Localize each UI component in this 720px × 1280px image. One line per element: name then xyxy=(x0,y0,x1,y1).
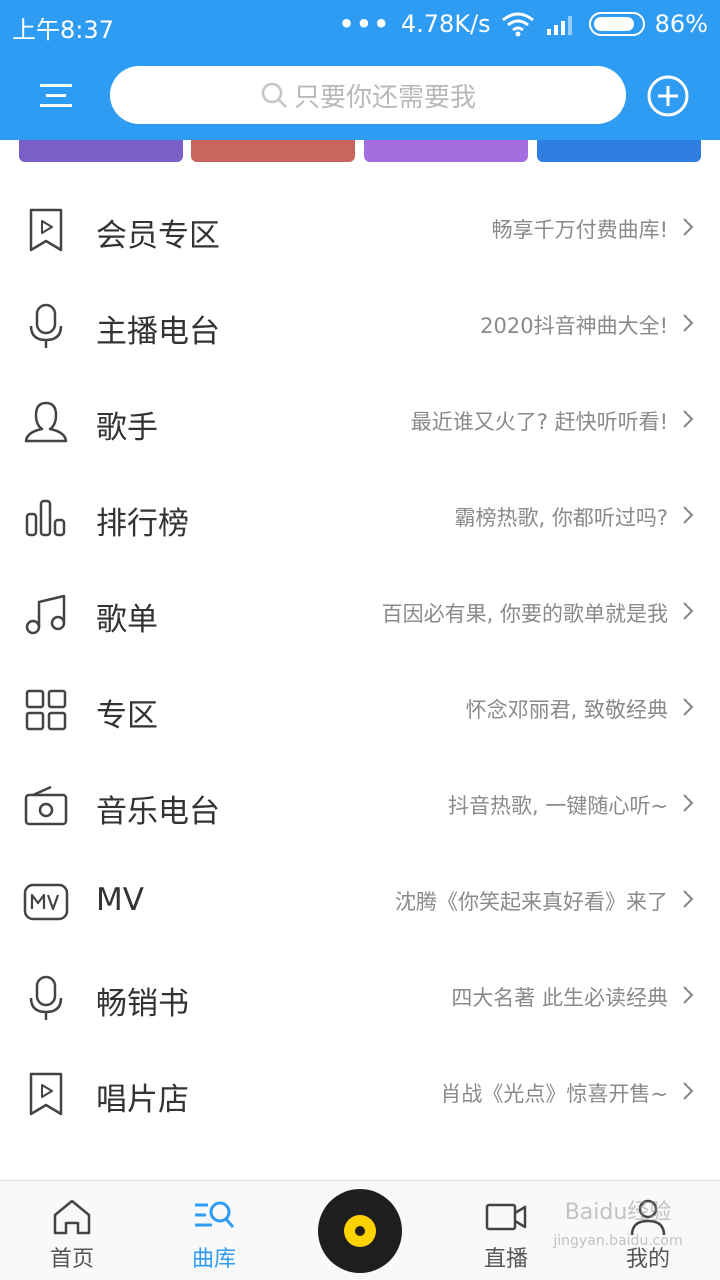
list-item-desc: 最近谁又火了? 赶快听听看! xyxy=(410,410,668,434)
signal-icon xyxy=(546,16,572,35)
list-item-label: MV xyxy=(96,882,144,918)
list-item-label: 音乐电台 xyxy=(96,794,220,830)
list-item-label: 畅销书 xyxy=(96,986,189,1022)
list-item-desc: 霸榜热歌, 你都听过吗? xyxy=(454,506,669,530)
banner-tile[interactable] xyxy=(537,140,701,162)
chevron-right-icon xyxy=(683,794,694,812)
chevron-right-icon xyxy=(683,986,694,1004)
list-item-singer[interactable]: 歌手 最近谁又火了? 赶快听听看! xyxy=(0,372,720,468)
search-bar[interactable]: 只要你还需要我 xyxy=(110,66,626,124)
list-item-music-radio[interactable]: 音乐电台 抖音热歌, 一键随心听~ xyxy=(0,756,720,852)
chevron-right-icon xyxy=(683,314,694,332)
list-item-vip-zone[interactable]: 会员专区 畅享千万付费曲库! xyxy=(0,180,720,276)
list-item-desc: 百因必有果, 你要的歌单就是我 xyxy=(381,602,668,626)
list-item-label: 主播电台 xyxy=(96,314,220,350)
battery-level: 86% xyxy=(654,10,708,38)
chevron-right-icon xyxy=(683,602,694,620)
status-bar: 上午8:37 ••• 4.78K/s 86% xyxy=(0,0,720,52)
search-icon xyxy=(261,82,287,108)
list-item-label: 歌手 xyxy=(96,410,158,446)
list-item-label: 唱片店 xyxy=(96,1082,189,1118)
search-placeholder: 只要你还需要我 xyxy=(293,82,476,113)
list-item-label: 歌单 xyxy=(96,602,158,638)
tab-label: 曲库 xyxy=(191,1247,236,1272)
music-note-icon xyxy=(22,590,70,638)
chevron-right-icon xyxy=(683,698,694,716)
disc-hole xyxy=(355,1226,365,1236)
vinyl-disc-icon[interactable] xyxy=(318,1189,402,1273)
watermark: Baidu经验 jingyan.baidu.com xyxy=(548,1199,688,1259)
banner-tile[interactable] xyxy=(191,140,355,162)
bookmark-play-icon xyxy=(22,1070,70,1118)
chevron-right-icon xyxy=(683,1082,694,1100)
banner-tile[interactable] xyxy=(364,140,528,162)
watermark-text: Baidu经验 xyxy=(564,1200,672,1225)
video-camera-icon xyxy=(485,1203,527,1231)
list-item-playlist[interactable]: 歌单 百因必有果, 你要的歌单就是我 xyxy=(0,564,720,660)
wifi-icon xyxy=(501,12,534,37)
list-item-desc: 肖战《光点》惊喜开售~ xyxy=(440,1082,668,1106)
tab-home[interactable]: 首页 xyxy=(22,1197,122,1273)
list-item-desc: 怀念邓丽君, 致敬经典 xyxy=(465,698,668,722)
status-dots: ••• xyxy=(338,10,391,38)
tab-label: 首页 xyxy=(49,1247,94,1272)
tab-live[interactable]: 直播 xyxy=(456,1197,556,1273)
battery-icon xyxy=(588,12,645,36)
list-item-label: 会员专区 xyxy=(96,218,220,254)
tab-library[interactable]: 曲库 xyxy=(164,1197,264,1273)
status-time: 上午8:37 xyxy=(12,16,114,44)
list-item-desc: 2020抖音神曲大全! xyxy=(480,314,668,338)
watermark-subtext: jingyan.baidu.com xyxy=(553,1233,683,1249)
chevron-right-icon xyxy=(683,890,694,908)
tab-label: 直播 xyxy=(483,1247,528,1272)
list-item-desc: 四大名著 此生必读经典 xyxy=(451,986,668,1010)
list-item-desc: 沈腾《你笑起来真好看》来了 xyxy=(395,890,668,914)
library-search-icon xyxy=(195,1201,235,1228)
microphone-icon xyxy=(22,974,70,1022)
grid-icon xyxy=(22,686,70,734)
list-item-anchor-radio[interactable]: 主播电台 2020抖音神曲大全! xyxy=(0,276,720,372)
mv-icon xyxy=(22,878,70,926)
list-item-label: 专区 xyxy=(96,698,158,734)
list-item-zone[interactable]: 专区 怀念邓丽君, 致敬经典 xyxy=(0,660,720,756)
list-item-desc: 抖音热歌, 一键随心听~ xyxy=(448,794,668,818)
bookmark-play-icon xyxy=(22,206,70,254)
app-header: 上午8:37 ••• 4.78K/s 86% 只要你还需要我 xyxy=(0,0,720,140)
list-item-mv[interactable]: MV 沈腾《你笑起来真好看》来了 xyxy=(0,852,720,948)
person-icon xyxy=(22,398,70,446)
status-right: ••• 4.78K/s 86% xyxy=(339,10,708,38)
microphone-icon xyxy=(22,302,70,350)
list-item-record-store[interactable]: 唱片店 肖战《光点》惊喜开售~ xyxy=(0,1044,720,1140)
category-list: 会员专区 畅享千万付费曲库! 主播电台 2020抖音神曲大全! 歌手 最近谁又火… xyxy=(0,180,720,1140)
bar-chart-icon xyxy=(22,494,70,542)
list-item-bestseller[interactable]: 畅销书 四大名著 此生必读经典 xyxy=(0,948,720,1044)
menu-icon[interactable] xyxy=(34,74,78,118)
plus-circle-icon[interactable] xyxy=(646,74,690,118)
radio-icon xyxy=(22,782,70,830)
bottom-nav: 首页 曲库 直播 我的 Baidu经验 jingyan.baidu.com xyxy=(0,1180,720,1280)
banner-strip[interactable] xyxy=(0,140,720,162)
home-icon xyxy=(53,1199,91,1235)
list-item-charts[interactable]: 排行榜 霸榜热歌, 你都听过吗? xyxy=(0,468,720,564)
network-speed: 4.78K/s xyxy=(400,10,491,38)
chevron-right-icon xyxy=(683,218,694,236)
list-item-label: 排行榜 xyxy=(96,506,189,542)
chevron-right-icon xyxy=(683,410,694,428)
chevron-right-icon xyxy=(683,506,694,524)
banner-tile[interactable] xyxy=(19,140,183,162)
list-item-desc: 畅享千万付费曲库! xyxy=(491,218,668,242)
